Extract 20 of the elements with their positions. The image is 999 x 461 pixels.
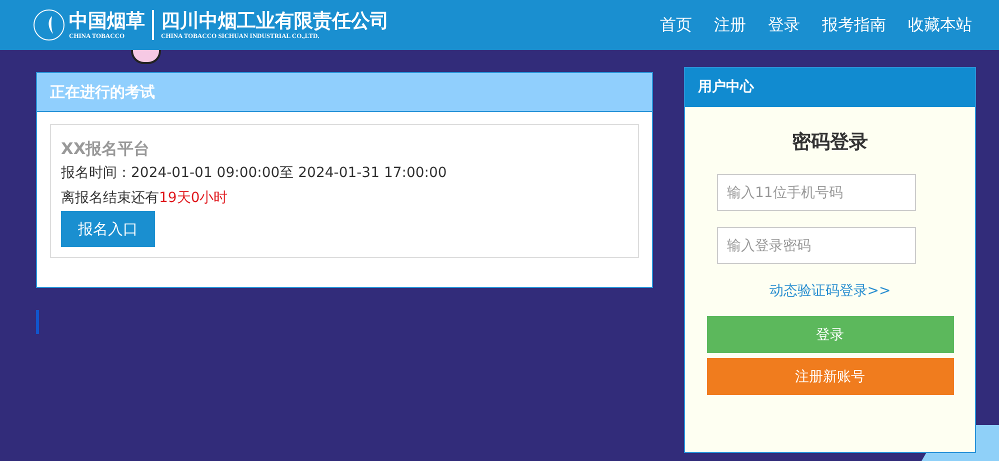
exam-name: XX报名平台 [61,138,151,160]
panel-title: 正在进行的考试 [37,73,652,112]
logo-brand-text: 中国烟草 [69,10,145,32]
register-button[interactable]: 注册新账号 [706,358,954,395]
registration-time-text: 报名时间：2024-01-01 09:00:00至 2024-01-31 17:00:00 [61,164,448,183]
accent-bar [36,310,39,334]
phone-input-field[interactable]: 输入11位手机号码 [717,174,916,211]
password-input-field[interactable]: 输入登录密码 [717,227,916,264]
nav-link[interactable]: 登录 [768,14,800,36]
nav-link[interactable]: 注册 [714,14,746,36]
nav-link[interactable]: 首页 [660,14,692,36]
sms-login-link[interactable]: 动态验证码登录>> [769,282,891,300]
login-button[interactable]: 登录 [706,316,954,353]
logo-company-text: 四川中烟工业有限责任公司 [161,10,389,32]
register-entry-button[interactable]: 报名入口 [61,211,155,247]
countdown-text: 离报名结束还有19天0小时 [61,189,229,208]
nav-link[interactable]: 报考指南 [822,14,886,36]
nav-link[interactable]: 收藏本站 [908,14,972,36]
login-heading: 密码登录 [792,130,868,155]
panel-title: 用户中心 [685,68,975,107]
